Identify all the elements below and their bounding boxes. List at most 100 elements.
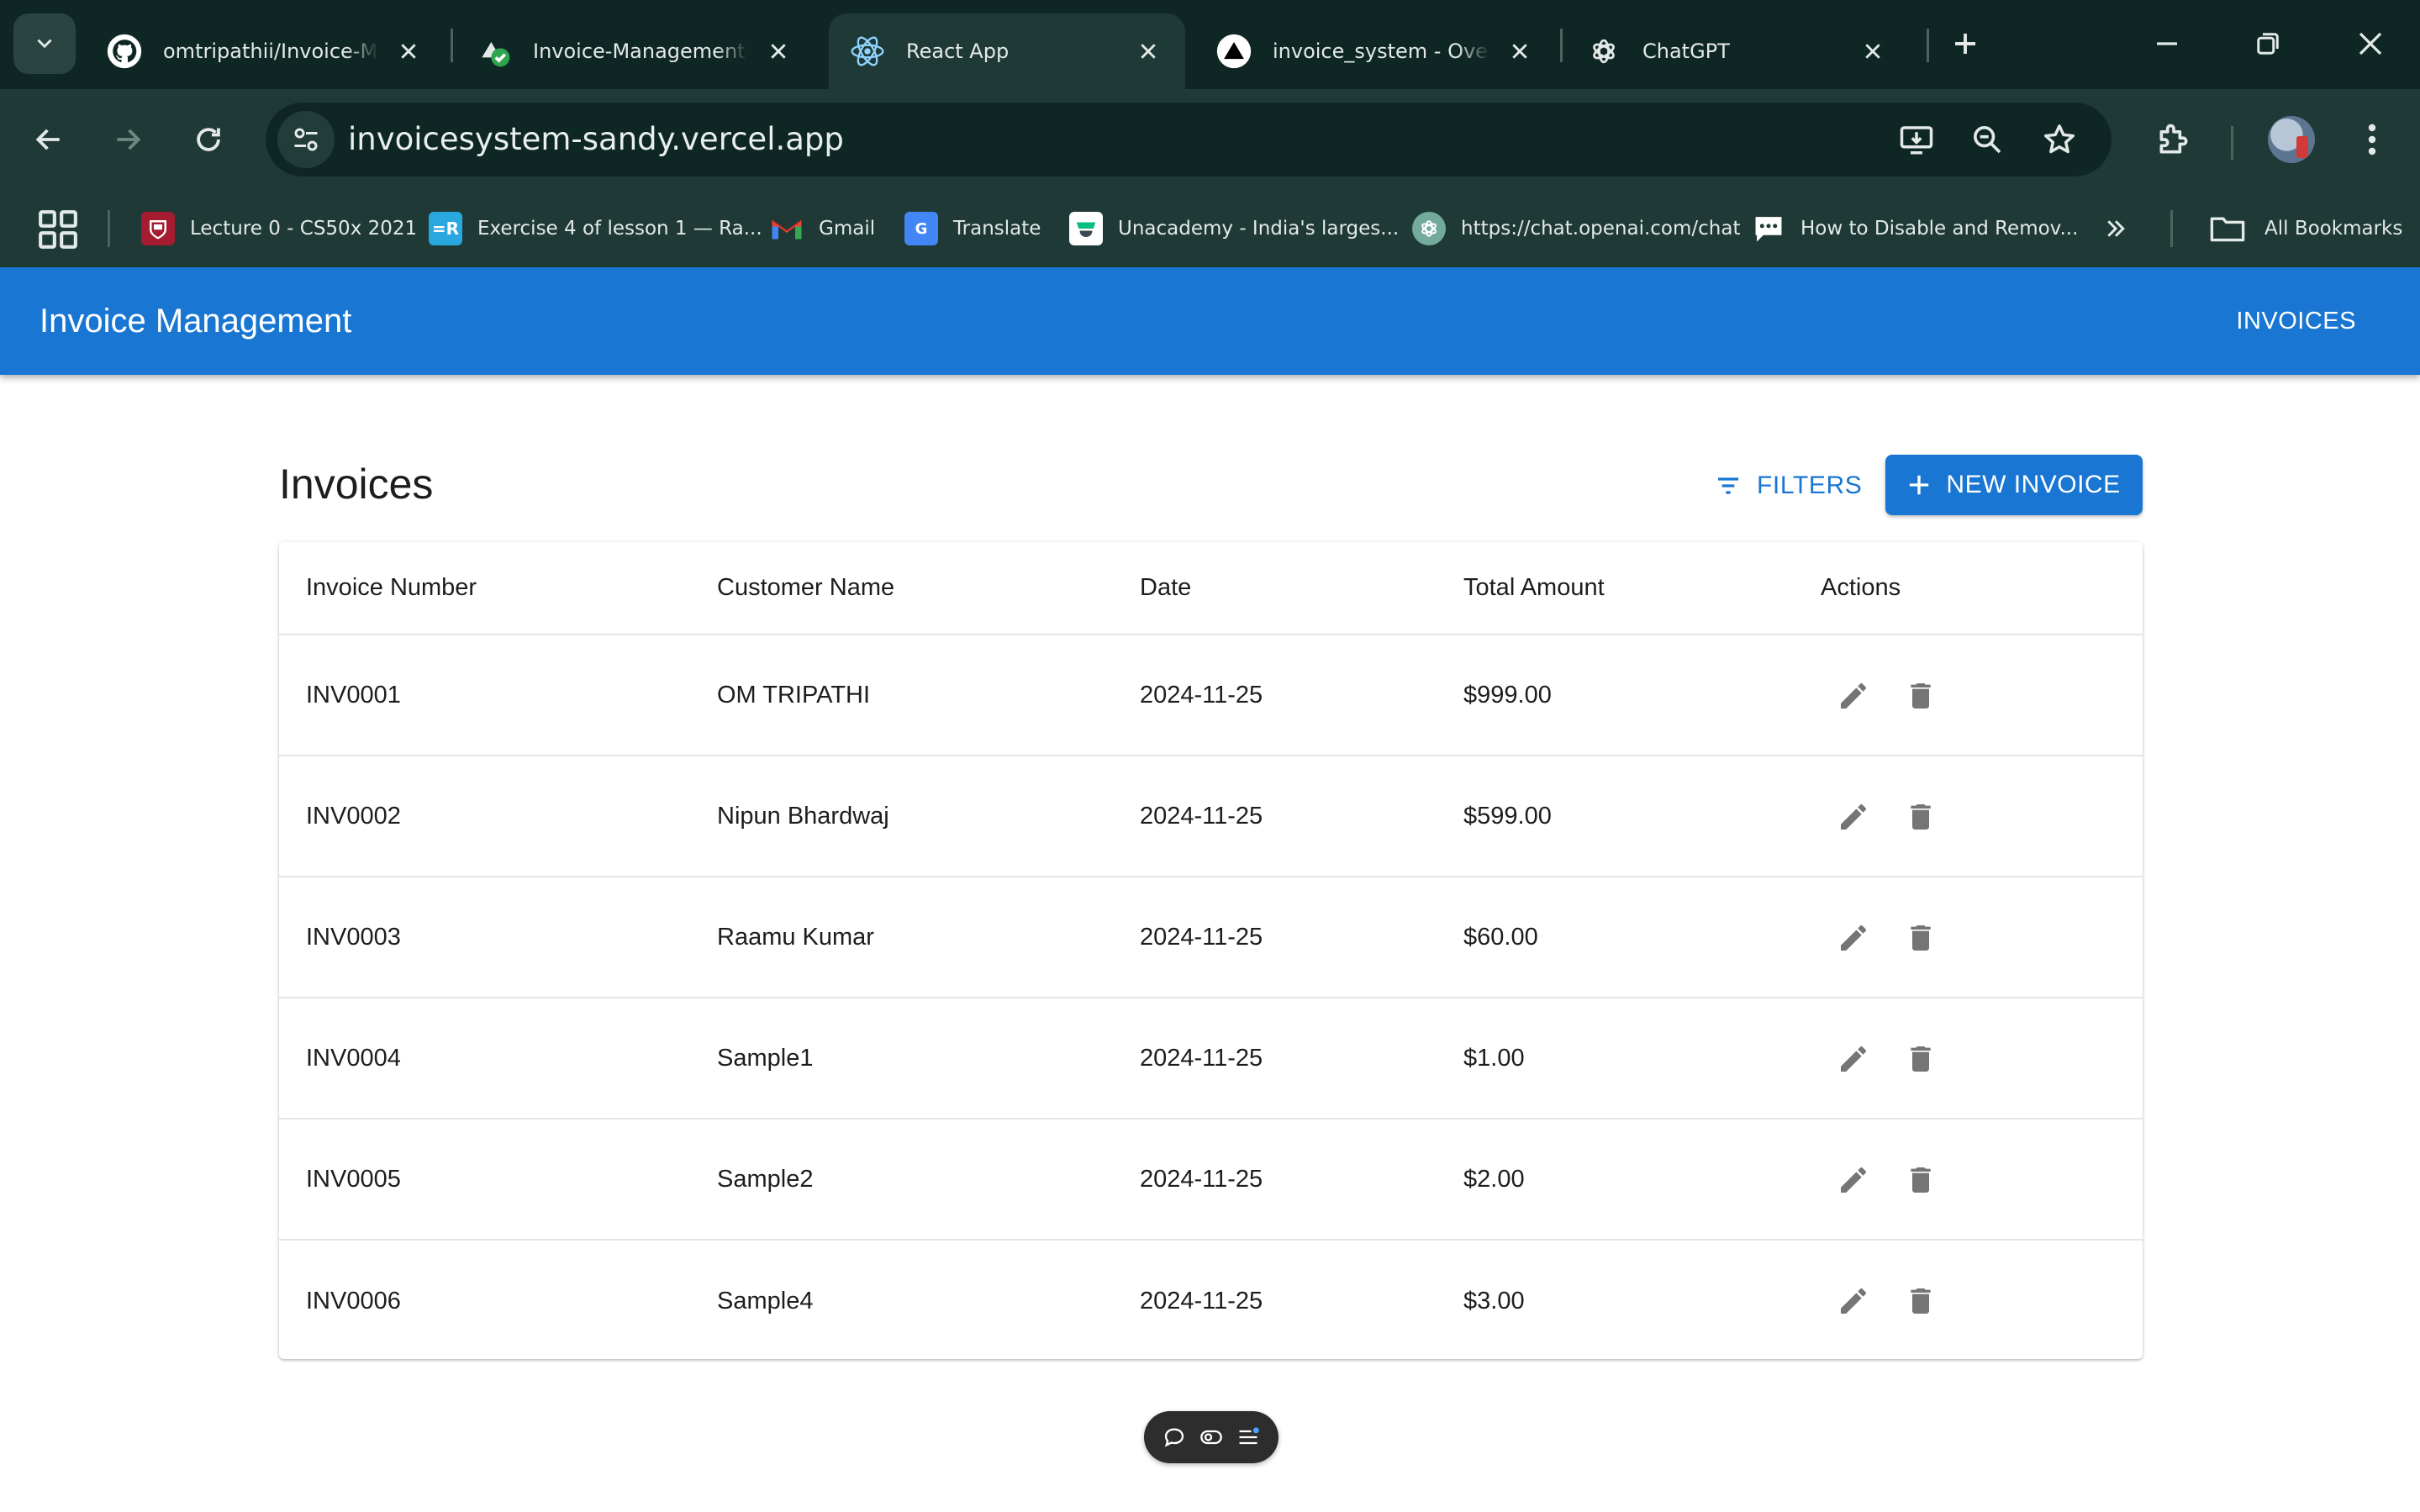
filters-button[interactable]: FILTERS xyxy=(1703,457,1874,514)
tab-search-button[interactable] xyxy=(13,13,76,74)
cell-date: 2024-11-25 xyxy=(1140,923,1263,951)
cell-invoice-number: INV0005 xyxy=(306,1165,401,1193)
delete-button[interactable] xyxy=(1890,1150,1951,1210)
double-chevron-right-icon xyxy=(2107,220,2125,237)
close-icon[interactable] xyxy=(762,34,795,68)
openai-icon xyxy=(1412,212,1446,245)
github-icon xyxy=(106,33,143,70)
list-settings-icon[interactable] xyxy=(1234,1423,1263,1451)
table-row: INV0002 Nipun Bhardwaj 2024-11-25 $599.00 xyxy=(279,756,2143,877)
back-button[interactable] xyxy=(13,104,84,175)
deploy-check-icon xyxy=(476,33,513,70)
react-icon xyxy=(849,33,886,70)
close-icon[interactable] xyxy=(1856,34,1890,68)
reload-icon xyxy=(197,128,220,151)
bookmark-label: Exercise 4 of lesson 1 — Ra... xyxy=(477,218,762,240)
bookmarks-separator xyxy=(2170,210,2173,247)
more-bookmarks-button[interactable] xyxy=(2103,205,2128,252)
install-app-button[interactable] xyxy=(1891,114,1942,165)
forward-button[interactable] xyxy=(92,104,163,175)
filters-label: FILTERS xyxy=(1757,472,1863,499)
close-icon[interactable] xyxy=(1131,34,1165,68)
restore-button[interactable] xyxy=(2234,17,2301,71)
tab-deploy[interactable]: Invoice-Management-Sy xyxy=(456,13,815,89)
tab-separator xyxy=(1560,29,1563,62)
cell-customer-name: Sample2 xyxy=(717,1165,814,1193)
extensions-button[interactable] xyxy=(2142,108,2206,171)
delete-button[interactable] xyxy=(1890,787,1951,847)
close-icon[interactable] xyxy=(1503,34,1537,68)
trash-icon xyxy=(1904,800,1938,834)
floating-toolbar xyxy=(1144,1411,1279,1463)
bookmark-item[interactable]: How to Disable and Remov... xyxy=(1752,205,2078,252)
bookmark-label: Translate xyxy=(953,218,1041,240)
header-customer-name: Customer Name xyxy=(717,574,895,601)
profile-avatar[interactable] xyxy=(2268,116,2315,163)
reload-button[interactable] xyxy=(173,104,244,175)
tab-title: omtripathii/Invoice-Man xyxy=(163,40,378,63)
edit-button[interactable] xyxy=(1823,1029,1884,1089)
cell-total-amount: $1.00 xyxy=(1463,1044,1525,1072)
bookmark-item[interactable]: G Translate xyxy=(904,205,1041,252)
new-tab-button[interactable] xyxy=(1932,17,1999,71)
header-invoice-number: Invoice Number xyxy=(306,574,477,601)
close-window-button[interactable] xyxy=(2337,17,2404,71)
bookmarks-separator xyxy=(108,210,110,247)
table-row: INV0004 Sample1 2024-11-25 $1.00 xyxy=(279,998,2143,1120)
harvard-icon xyxy=(141,212,175,245)
nav-invoices-link[interactable]: INVOICES xyxy=(2224,291,2368,351)
plus-icon xyxy=(1910,475,1929,495)
browser-menu-button[interactable] xyxy=(2340,108,2404,171)
close-icon xyxy=(2359,32,2382,55)
new-invoice-button[interactable]: NEW INVOICE xyxy=(1885,455,2143,515)
bookmark-star-button[interactable] xyxy=(2034,114,2085,165)
filter-list-icon xyxy=(1718,477,1738,494)
table-row: INV0001 OM TRIPATHI 2024-11-25 $999.00 xyxy=(279,635,2143,756)
table-row: INV0003 Raamu Kumar 2024-11-25 $60.00 xyxy=(279,877,2143,998)
new-invoice-label: NEW INVOICE xyxy=(1946,471,2121,498)
bookmarks-bar: Lecture 0 - CS50x 2021 =R Exercise 4 of … xyxy=(0,190,2420,267)
tab-react-app[interactable]: React App xyxy=(829,13,1185,89)
page-title: Invoices xyxy=(279,461,434,508)
bookmark-item[interactable]: https://chat.openai.com/chat xyxy=(1412,205,1741,252)
tab-github[interactable]: omtripathii/Invoice-Man xyxy=(86,13,446,89)
zoom-button[interactable] xyxy=(1962,114,2012,165)
site-info-button[interactable] xyxy=(277,111,335,168)
all-bookmarks-button[interactable]: All Bookmarks xyxy=(2209,205,2402,252)
edit-button[interactable] xyxy=(1823,666,1884,726)
delete-button[interactable] xyxy=(1890,1029,1951,1089)
trash-icon xyxy=(1904,1284,1938,1318)
address-bar[interactable]: invoicesystem-sandy.vercel.app xyxy=(266,103,2112,176)
cell-total-amount: $999.00 xyxy=(1463,681,1552,709)
translate-icon: G xyxy=(904,212,938,245)
bookmark-item[interactable]: Lecture 0 - CS50x 2021 xyxy=(141,205,417,252)
pencil-icon xyxy=(1837,1042,1870,1076)
all-bookmarks-label: All Bookmarks xyxy=(2264,218,2403,240)
cell-date: 2024-11-25 xyxy=(1140,1287,1263,1314)
minimize-button[interactable] xyxy=(2133,17,2201,71)
edit-button[interactable] xyxy=(1823,1271,1884,1331)
bookmark-label: Lecture 0 - CS50x 2021 xyxy=(190,218,418,240)
delete-button[interactable] xyxy=(1890,1271,1951,1331)
trash-icon xyxy=(1904,1163,1938,1197)
toggle-icon[interactable] xyxy=(1197,1423,1226,1451)
install-icon xyxy=(1900,126,1933,155)
edit-button[interactable] xyxy=(1823,908,1884,968)
bookmark-item[interactable]: =R Exercise 4 of lesson 1 — Ra... xyxy=(429,205,762,252)
tab-title: React App xyxy=(906,40,1010,63)
edit-button[interactable] xyxy=(1823,787,1884,847)
apps-grid-icon[interactable] xyxy=(37,208,79,250)
unacademy-icon xyxy=(1069,212,1103,245)
tab-vercel[interactable]: invoice_system - Overvi xyxy=(1195,13,1557,89)
browser-chrome: omtripathii/Invoice-Man Invoice-Manageme… xyxy=(0,0,2420,267)
edit-button[interactable] xyxy=(1823,1150,1884,1210)
comment-icon[interactable] xyxy=(1160,1423,1189,1451)
pencil-icon xyxy=(1837,800,1870,834)
delete-button[interactable] xyxy=(1890,908,1951,968)
tab-chatgpt[interactable]: ChatGPT xyxy=(1565,13,1910,89)
bookmark-label: https://chat.openai.com/chat xyxy=(1461,218,1741,240)
bookmark-item[interactable]: Unacademy - India's larges... xyxy=(1069,205,1399,252)
bookmark-item[interactable]: Gmail xyxy=(770,205,875,252)
close-icon[interactable] xyxy=(392,34,425,68)
delete-button[interactable] xyxy=(1890,666,1951,726)
